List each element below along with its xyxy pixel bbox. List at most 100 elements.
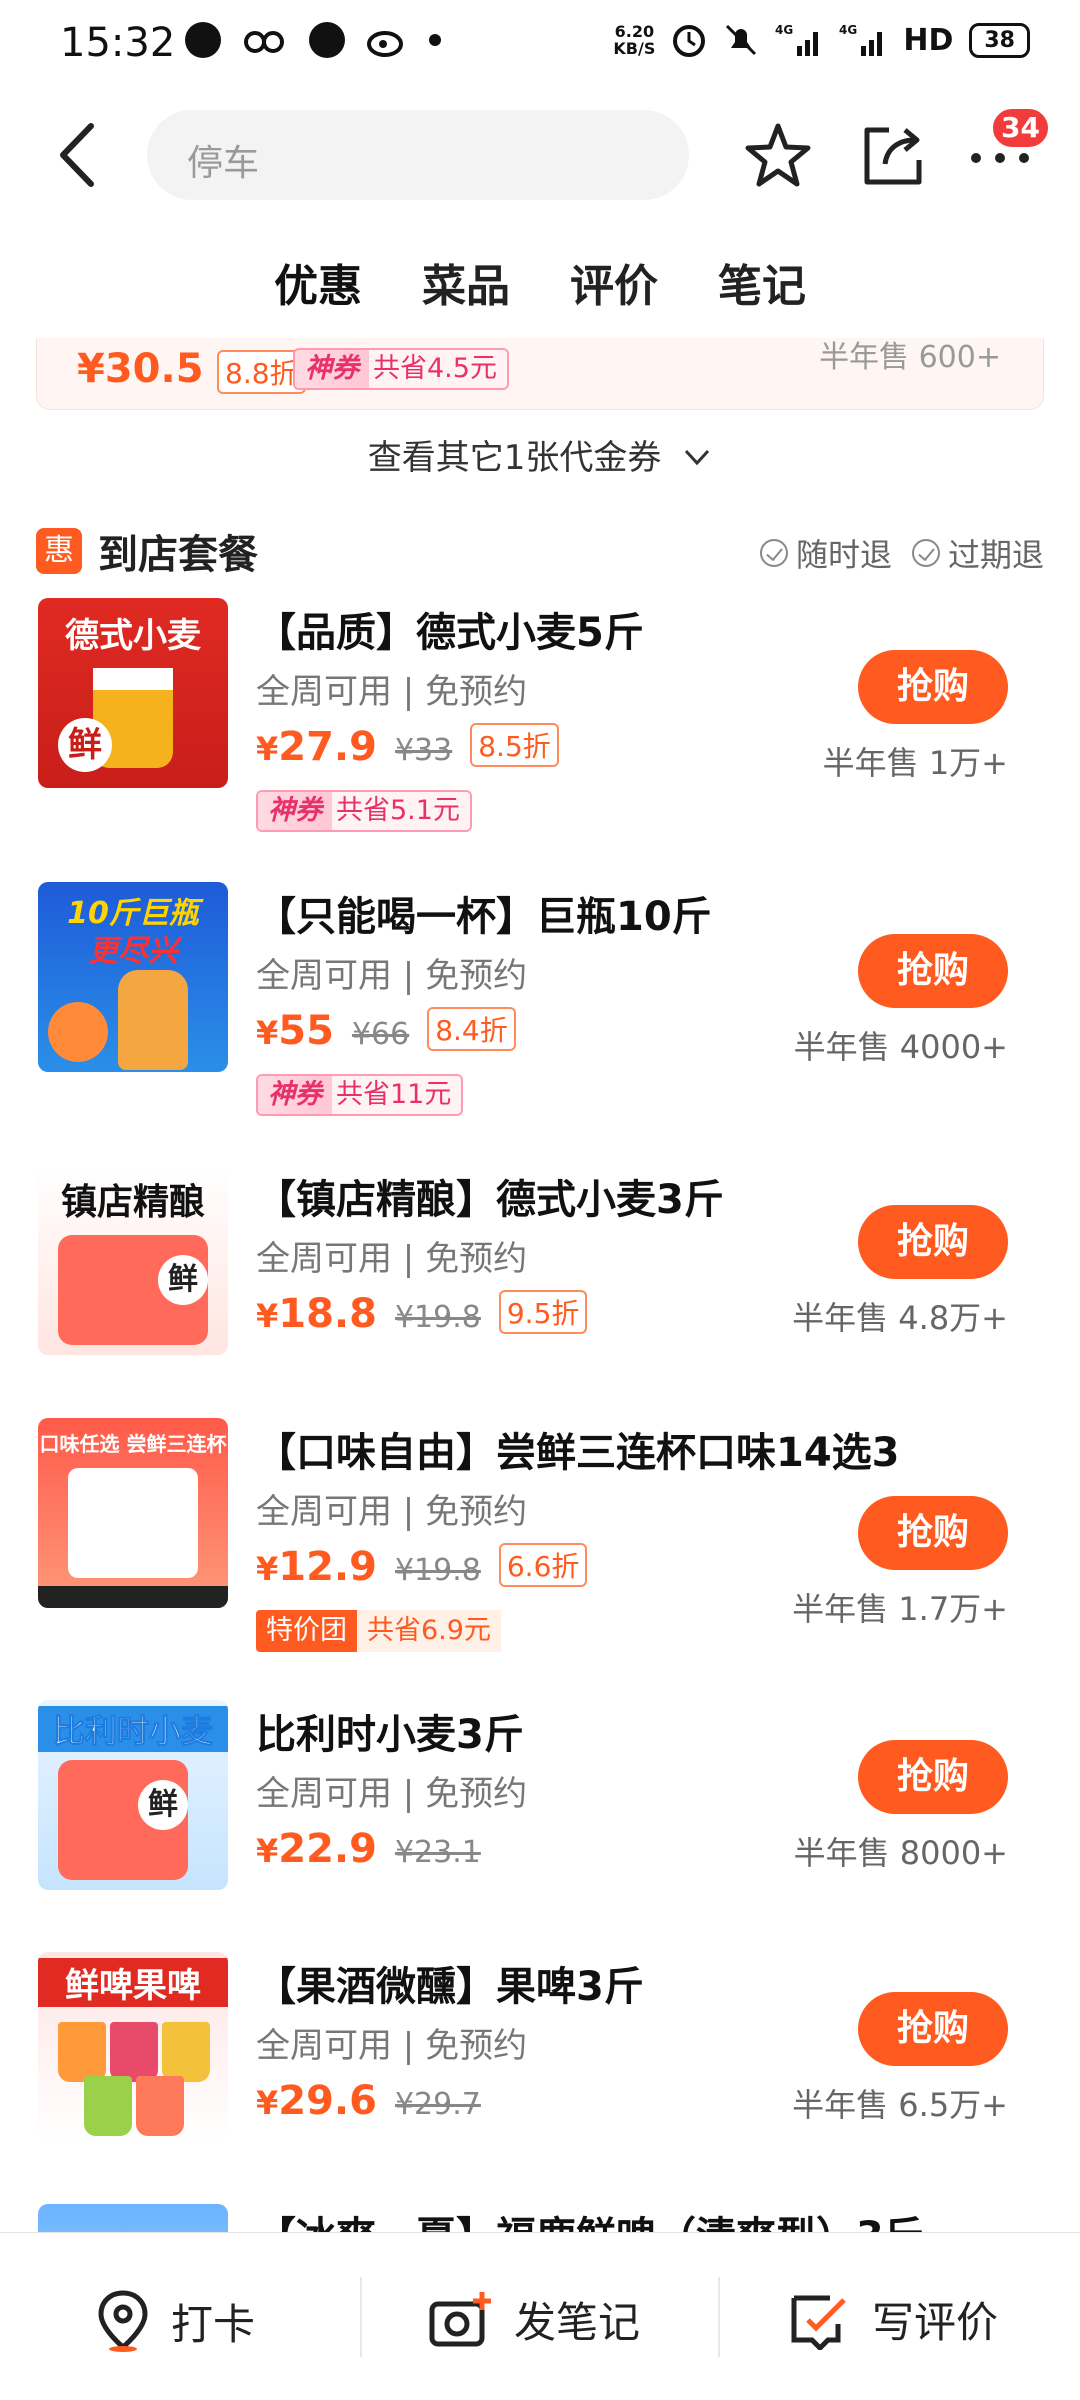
more-vouchers-link[interactable]: 查看其它1张代金券 [0, 430, 1080, 479]
buy-button[interactable]: 抢购 [858, 1992, 1008, 2066]
voucher-card[interactable]: ¥30.5 8.8折 神券 共省4.5元 半年售 600+ [36, 338, 1044, 410]
checkin-button[interactable]: 打卡 [95, 2289, 255, 2353]
divider [360, 2277, 362, 2357]
deal-image: 德式小麦 鲜 [38, 598, 228, 788]
deal-item[interactable]: 【冰爽一夏】福鹿鲜啤（清爽型）3斤 [0, 2204, 1080, 2232]
current-price: ¥55 [256, 1008, 334, 1054]
deal-title: 【果酒微醺】果啤3斤 [256, 1964, 644, 2010]
deal-item[interactable]: 口味任选 尝鲜三连杯 【口味自由】尝鲜三连杯口味14选3 全周可用 | 免预约 … [0, 1418, 1080, 1688]
write-review-button[interactable]: 写评价 [790, 2289, 998, 2350]
discount-tag: 8.5折 [470, 723, 559, 767]
network-speed: 6.20 KB/S [613, 22, 656, 58]
deal-price-row: ¥12.9 ¥19.8 6.6折 [256, 1543, 588, 1591]
tab-bar: 优惠 菜品 评价 笔记 [0, 250, 1080, 330]
current-price: ¥27.9 [256, 724, 377, 770]
super-coupon-tag: 神券 共省5.1元 [256, 790, 472, 832]
deal-availability: 全周可用 | 免预约 [256, 1239, 528, 1279]
section-title: 到店套餐 [98, 532, 258, 578]
deal-image: 比利时小麦 鲜 [38, 1700, 228, 1890]
original-price: ¥66 [351, 1017, 410, 1052]
star-icon[interactable] [740, 118, 816, 194]
deal-item[interactable]: 德式小麦 鲜 【品质】德式小麦5斤 全周可用 | 免预约 ¥27.9 ¥33 8… [0, 598, 1080, 868]
super-coupon-tag: 神券 共省11元 [256, 1074, 464, 1116]
deal-title: 【口味自由】尝鲜三连杯口味14选3 [256, 1430, 900, 1476]
tab-discounts[interactable]: 优惠 [269, 250, 362, 330]
alarm-icon [673, 25, 706, 57]
notification-icons [185, 22, 441, 58]
sold-count: 半年售 4000+ [793, 1028, 1008, 1066]
link-icon [244, 31, 284, 53]
current-price: ¥22.9 [256, 1826, 377, 1872]
check-circle-icon [759, 539, 788, 567]
deal-item[interactable]: 鲜啤果啤 【果酒微醺】果啤3斤 全周可用 | 免预约 ¥29.6 ¥29.7 抢… [0, 1952, 1080, 2222]
tab-notes[interactable]: 笔记 [718, 250, 806, 330]
refund-policy-tags: 随时退 过期退 [759, 530, 1044, 576]
buy-button[interactable]: 抢购 [858, 1740, 1008, 1814]
sold-count: 半年售 1.7万+ [792, 1590, 1008, 1628]
deal-image: 镇店精酿 鲜 [38, 1165, 228, 1355]
deal-image: 10斤巨瓶 更尽兴 [38, 882, 228, 1072]
discount-tag: 9.5折 [498, 1290, 588, 1334]
hd-label: HD [903, 22, 954, 58]
signal-icon-1: 4G [775, 23, 819, 56]
buy-button[interactable]: 抢购 [858, 1205, 1008, 1279]
tab-reviews[interactable]: 评价 [570, 250, 658, 330]
divider [718, 2277, 720, 2357]
original-price: ¥19.8 [394, 1300, 481, 1335]
refund-expired-tag: 过期退 [911, 530, 1044, 576]
deal-title: 【镇店精酿】德式小麦3斤 [256, 1177, 724, 1223]
special-group-tag: 特价团 共省6.9元 [256, 1610, 501, 1652]
status-time: 15:32 [60, 20, 176, 66]
edit-review-icon [791, 2295, 846, 2350]
bottom-action-bar: 打卡 发笔记 写评价 [0, 2232, 1080, 2400]
refund-anytime-tag: 随时退 [759, 530, 892, 576]
deal-image [38, 2204, 228, 2232]
chevron-down-icon [685, 449, 710, 466]
status-bar: 15:32 6.20 KB/S 4G 4G HD 38 [0, 0, 1080, 90]
original-price: ¥19.8 [394, 1553, 481, 1588]
buy-button[interactable]: 抢购 [858, 934, 1008, 1008]
deal-availability: 全周可用 | 免预约 [256, 1492, 528, 1532]
deal-title: 【冰爽一夏】福鹿鲜啤（清爽型）3斤 [256, 2204, 924, 2232]
buy-button[interactable]: 抢购 [858, 650, 1008, 724]
current-price: ¥12.9 [256, 1544, 377, 1590]
deal-title: 【品质】德式小麦5斤 [256, 610, 644, 656]
deal-title: 比利时小麦3斤 [256, 1712, 524, 1758]
sold-count: 半年售 1万+ [822, 744, 1008, 782]
voucher-price: ¥30.5 [77, 346, 204, 392]
share-icon[interactable] [855, 118, 931, 194]
search-input[interactable]: 停车 [147, 110, 689, 200]
original-price: ¥23.1 [394, 1835, 481, 1870]
deal-availability: 全周可用 | 免预约 [256, 956, 528, 996]
deal-availability: 全周可用 | 免预约 [256, 2026, 528, 2066]
svg-text:4G: 4G [839, 23, 857, 37]
deal-item[interactable]: 镇店精酿 鲜 【镇店精酿】德式小麦3斤 全周可用 | 免预约 ¥18.8 ¥19… [0, 1165, 1080, 1435]
deal-image: 鲜啤果啤 [38, 1952, 228, 2142]
discount-section-icon: 惠 [36, 528, 82, 574]
deal-item[interactable]: 比利时小麦 鲜 比利时小麦3斤 全周可用 | 免预约 ¥22.9 ¥23.1 抢… [0, 1700, 1080, 1970]
deal-item[interactable]: 10斤巨瓶 更尽兴 【只能喝一杯】巨瓶10斤 全周可用 | 免预约 ¥55 ¥6… [0, 882, 1080, 1152]
more-notifications-dot [429, 34, 441, 46]
deal-price-row: ¥22.9 ¥23.1 [256, 1826, 481, 1872]
original-price: ¥29.7 [394, 2087, 481, 2122]
deal-image: 口味任选 尝鲜三连杯 [38, 1418, 228, 1608]
back-icon[interactable] [55, 120, 105, 190]
check-circle-icon [911, 539, 940, 567]
post-note-button[interactable]: 发笔记 [428, 2289, 640, 2350]
buy-button[interactable]: 抢购 [858, 1496, 1008, 1570]
deal-price-row: ¥18.8 ¥19.8 9.5折 [256, 1290, 588, 1338]
sold-count: 半年售 6.5万+ [792, 2086, 1008, 2124]
sold-count: 半年售 8000+ [793, 1834, 1008, 1872]
current-price: ¥29.6 [256, 2078, 377, 2124]
mute-icon [726, 24, 757, 56]
tab-dishes[interactable]: 菜品 [422, 250, 510, 330]
super-coupon-tag: 神券 共省4.5元 [293, 348, 509, 390]
chat-bubble-icon [185, 22, 221, 58]
location-pin-icon [98, 2290, 148, 2352]
status-right: 6.20 KB/S 4G 4G HD 38 [613, 22, 1030, 58]
deal-price-row: ¥55 ¥66 8.4折 [256, 1007, 516, 1055]
original-price: ¥33 [394, 733, 453, 768]
current-price: ¥18.8 [256, 1291, 377, 1337]
voucher-sold: 半年售 600+ [819, 340, 1001, 375]
message-count-badge: 34 [990, 106, 1051, 150]
